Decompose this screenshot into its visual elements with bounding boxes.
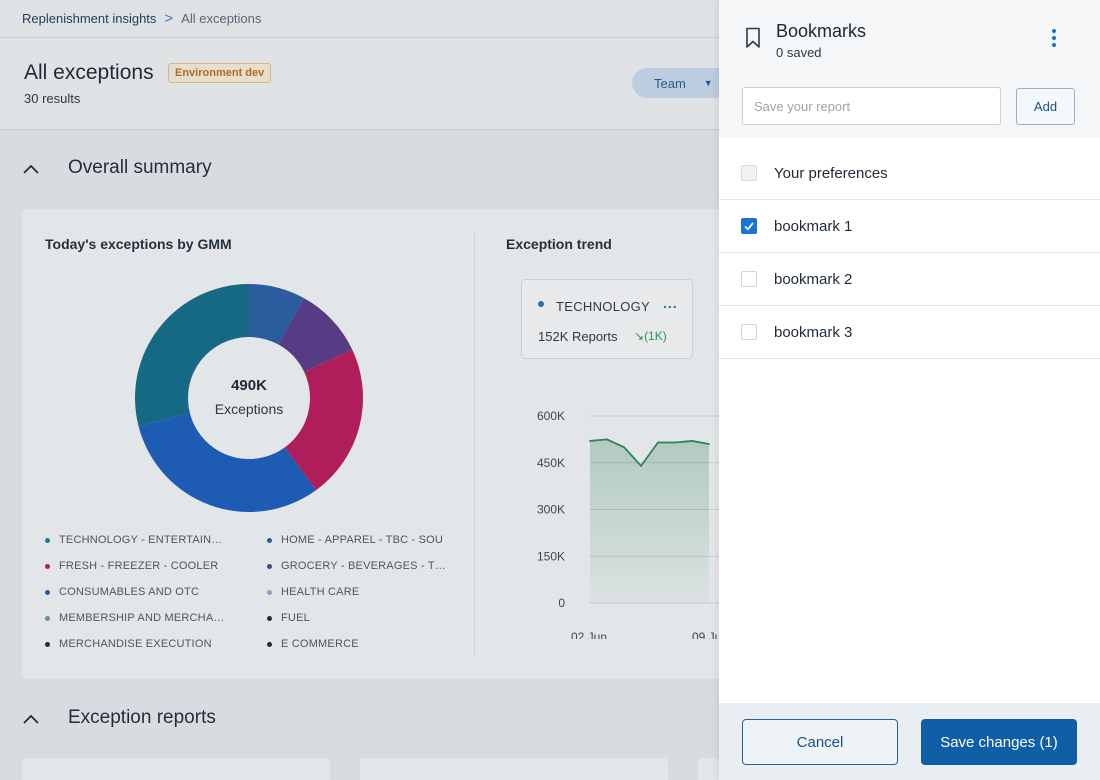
bookmark-label: bookmark 1 (774, 217, 853, 235)
more-options-icon[interactable] (1049, 29, 1059, 49)
bookmark-label: bookmark 2 (774, 270, 853, 288)
checkmark-icon (744, 222, 754, 231)
bookmark-icon (746, 27, 760, 48)
bookmark-list: Your preferences bookmark 1 bookmark 2 book… (719, 147, 1100, 359)
saved-count: 0 saved (776, 45, 822, 60)
modal-overlay[interactable] (0, 0, 719, 780)
panel-title: Bookmarks (776, 21, 867, 41)
bookmark-label: bookmark 3 (774, 323, 853, 341)
bookmark-row[interactable]: bookmark 2 (719, 253, 1100, 306)
save-changes-button[interactable]: Save changes (1) (921, 719, 1077, 765)
bookmark-label: Your preferences (774, 164, 888, 182)
bookmark-checkbox (741, 165, 757, 181)
bookmark-row[interactable]: bookmark 3 (719, 306, 1100, 359)
bookmark-row[interactable]: bookmark 1 (719, 200, 1100, 253)
cancel-button[interactable]: Cancel (742, 719, 898, 765)
bookmark-row[interactable]: Your preferences (719, 147, 1100, 200)
bookmark-checkbox[interactable] (741, 324, 757, 340)
add-button[interactable]: Add (1016, 88, 1075, 125)
panel-footer: Cancel Save changes (1) (719, 703, 1100, 780)
bookmarks-panel: Bookmarks 0 saved Add Your preferences bo… (719, 0, 1100, 780)
bookmark-checkbox[interactable] (741, 271, 757, 287)
bookmark-checkbox[interactable] (741, 218, 757, 234)
save-report-input[interactable] (742, 87, 1001, 125)
panel-header: Bookmarks 0 saved Add (719, 0, 1100, 137)
